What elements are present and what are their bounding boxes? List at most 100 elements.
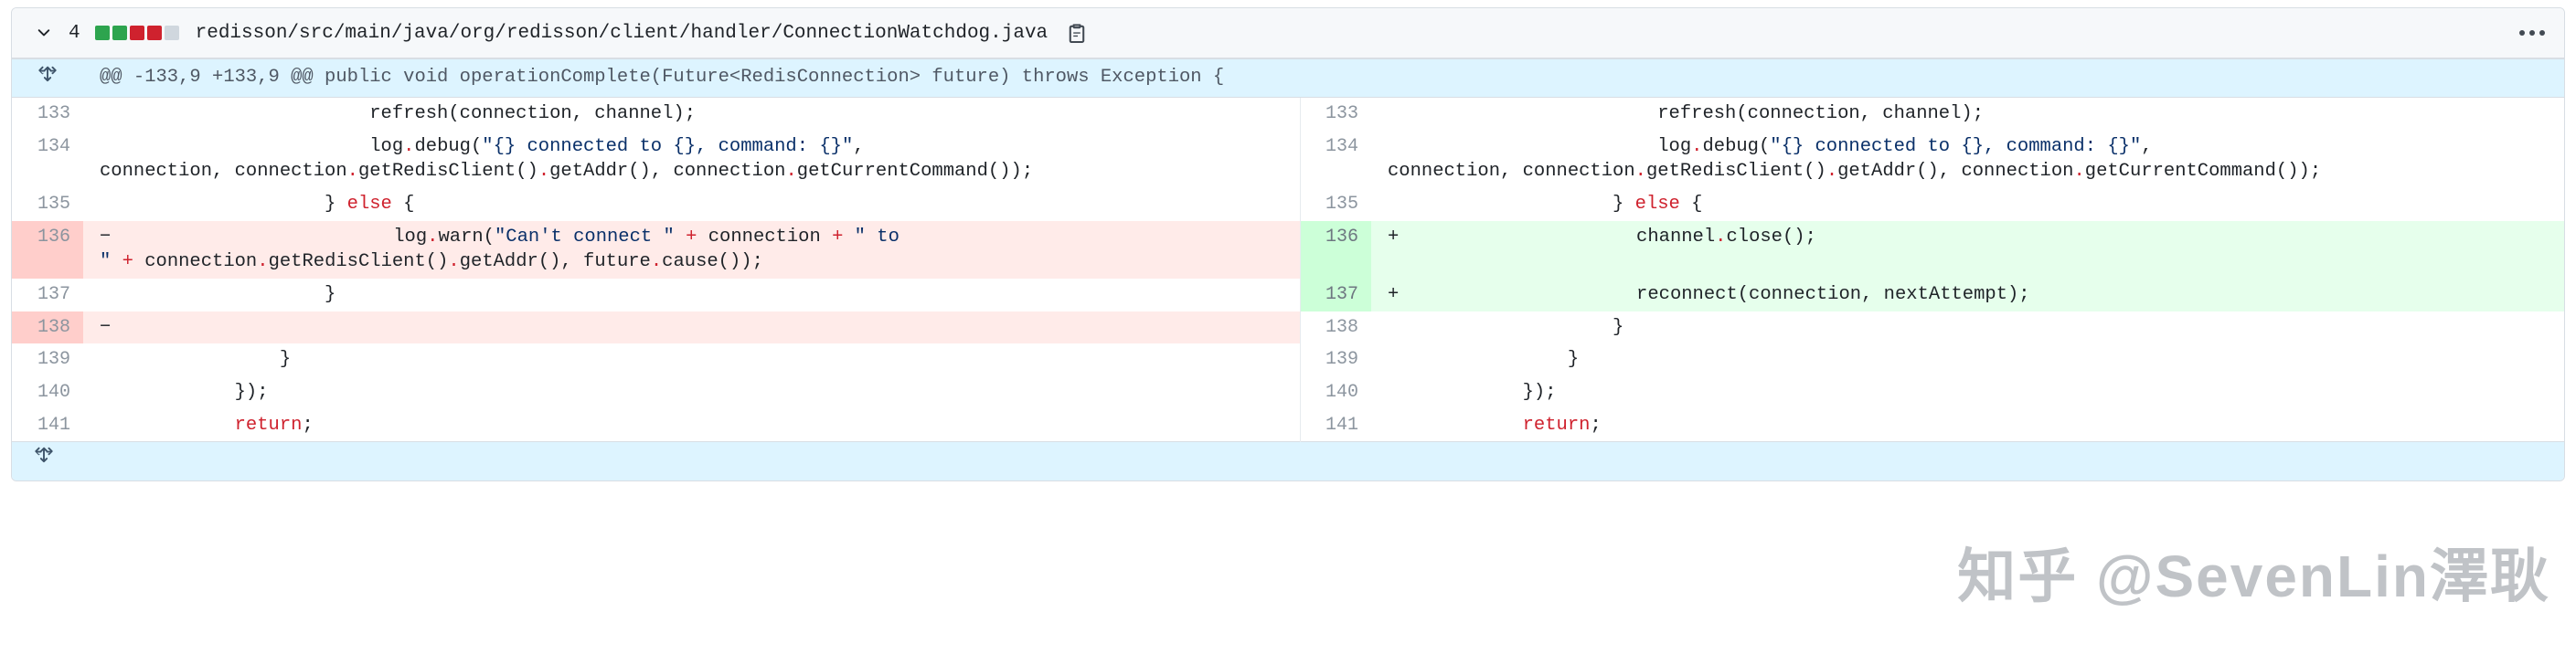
- code-cell-right[interactable]: log.debug("{} connected to {}, command: …: [1371, 131, 2565, 188]
- code-token: connection: [708, 227, 821, 248]
- expand-up-down-icon[interactable]: [38, 65, 57, 83]
- diff-row: 136− log.warn("Can't connect " + connect…: [12, 221, 2565, 279]
- code-token: }: [100, 349, 291, 370]
- code-token: return: [235, 415, 303, 436]
- code-cell-right[interactable]: } else {: [1371, 188, 2565, 221]
- code-token: log: [123, 227, 427, 248]
- code-cell-left[interactable]: }: [83, 343, 1300, 376]
- code-token: ;: [1590, 415, 1601, 436]
- code-token: }: [100, 194, 347, 215]
- code-token: "{} connected to {}, command: {}": [1770, 136, 2141, 157]
- line-number-right[interactable]: 140: [1300, 376, 1371, 409]
- code-token: getRedisClient(): [269, 251, 449, 272]
- code-cell-right[interactable]: });: [1371, 376, 2565, 409]
- line-number-left[interactable]: 138: [12, 311, 83, 344]
- code-token: }: [1388, 349, 1579, 370]
- kebab-dot: [2519, 30, 2525, 36]
- diff-page: 4 redisson/src/main/java/org/redisson/cl…: [0, 0, 2576, 665]
- line-number-left[interactable]: 139: [12, 343, 83, 376]
- diff-row: 139 } 139 }: [12, 343, 2565, 376]
- copy-path-icon[interactable]: [1064, 20, 1090, 46]
- kebab-menu-icon[interactable]: [2517, 19, 2548, 47]
- code-token: log: [100, 136, 403, 157]
- code-token: channel: [1411, 227, 1715, 248]
- line-number-left[interactable]: 137: [12, 279, 83, 311]
- line-number-right[interactable]: 133: [1300, 98, 1371, 131]
- code-token: .: [347, 161, 358, 182]
- code-cell-right[interactable]: refresh(connection, channel);: [1371, 98, 2565, 131]
- watermark: 知乎 @SevenLin澤耿: [1957, 530, 2550, 614]
- file-path[interactable]: redisson/src/main/java/org/redisson/clie…: [196, 23, 1048, 44]
- code-token: +: [675, 227, 708, 248]
- code-cell-left[interactable]: }: [83, 279, 1300, 311]
- code-token: });: [1388, 382, 1557, 403]
- code-token: .: [2073, 161, 2084, 182]
- line-number-left[interactable]: 135: [12, 188, 83, 221]
- diff-marker: −: [100, 225, 123, 250]
- line-number-right[interactable]: 135: [1300, 188, 1371, 221]
- code-token: .: [427, 227, 438, 248]
- line-number-left[interactable]: 136: [12, 221, 83, 279]
- code-token: .: [651, 251, 662, 272]
- line-number-left[interactable]: 133: [12, 98, 83, 131]
- line-number-left[interactable]: 141: [12, 409, 83, 442]
- hunk-header-text: @@ -133,9 +133,9 @@ public void operatio…: [83, 59, 2565, 98]
- code-cell-right[interactable]: }: [1371, 311, 2565, 344]
- code-token: getAddr(), future: [460, 251, 651, 272]
- diff-row: 133 refresh(connection, channel);133 ref…: [12, 98, 2565, 131]
- code-token: "{} connected to {}, command: {}": [482, 136, 853, 157]
- code-token: refresh(connection, channel);: [1388, 103, 1984, 124]
- line-number-right[interactable]: 136: [1300, 221, 1371, 279]
- hunk-footer-row: [12, 442, 2565, 480]
- code-token: else: [347, 194, 392, 215]
- code-cell-left[interactable]: − log.warn("Can't connect " + connection…: [83, 221, 1300, 279]
- diff-marker: −: [100, 315, 123, 341]
- code-cell-right[interactable]: }: [1371, 343, 2565, 376]
- code-token: getCurrentCommand());: [797, 161, 1033, 182]
- chevron-down-icon[interactable]: [32, 21, 56, 45]
- code-token: .: [257, 251, 268, 272]
- code-token: getRedisClient(): [358, 161, 538, 182]
- diff-row: 135 } else {135 } else {: [12, 188, 2565, 221]
- code-token: .: [1691, 136, 1702, 157]
- code-token: }: [100, 284, 335, 305]
- line-number-right[interactable]: 139: [1300, 343, 1371, 376]
- line-number-left[interactable]: 140: [12, 376, 83, 409]
- code-cell-right[interactable]: return;: [1371, 409, 2565, 442]
- code-cell-left[interactable]: −: [83, 311, 1300, 344]
- diffstat-block: [165, 26, 179, 40]
- code-token: .: [1715, 227, 1726, 248]
- code-cell-left[interactable]: } else {: [83, 188, 1300, 221]
- code-token: "Can't connect ": [495, 227, 675, 248]
- line-number-left[interactable]: 134: [12, 131, 83, 188]
- diffstat-block: [130, 26, 144, 40]
- change-count: 4: [69, 23, 80, 44]
- code-cell-right[interactable]: + channel.close();: [1371, 221, 2565, 279]
- code-cell-left[interactable]: refresh(connection, channel);: [83, 98, 1300, 131]
- code-token: .: [785, 161, 796, 182]
- code-token: reconnect(connection, nextAttempt);: [1411, 284, 2030, 305]
- kebab-dot: [2539, 30, 2545, 36]
- footer-expand-cell[interactable]: [12, 442, 83, 480]
- code-cell-left[interactable]: });: [83, 376, 1300, 409]
- code-token: {: [392, 194, 415, 215]
- code-token: .: [403, 136, 414, 157]
- code-token: +: [111, 251, 144, 272]
- code-token: {: [1680, 194, 1703, 215]
- code-token: else: [1635, 194, 1680, 215]
- code-cell-left[interactable]: log.debug("{} connected to {}, command: …: [83, 131, 1300, 188]
- line-number-right[interactable]: 134: [1300, 131, 1371, 188]
- hunk-expand-cell[interactable]: [12, 59, 83, 98]
- code-cell-left[interactable]: return;: [83, 409, 1300, 442]
- code-token: log: [1388, 136, 1691, 157]
- diff-row: 137 }137+ reconnect(connection, nextAtte…: [12, 279, 2565, 311]
- diff-row: 134 log.debug("{} connected to {}, comma…: [12, 131, 2565, 188]
- diff-body: @@ -133,9 +133,9 @@ public void operatio…: [12, 59, 2565, 480]
- code-cell-right[interactable]: + reconnect(connection, nextAttempt);: [1371, 279, 2565, 311]
- line-number-right[interactable]: 137: [1300, 279, 1371, 311]
- diffstat-block: [147, 26, 162, 40]
- line-number-right[interactable]: 138: [1300, 311, 1371, 344]
- expand-up-down-icon[interactable]: [35, 446, 53, 464]
- code-token: [1388, 415, 1523, 436]
- line-number-right[interactable]: 141: [1300, 409, 1371, 442]
